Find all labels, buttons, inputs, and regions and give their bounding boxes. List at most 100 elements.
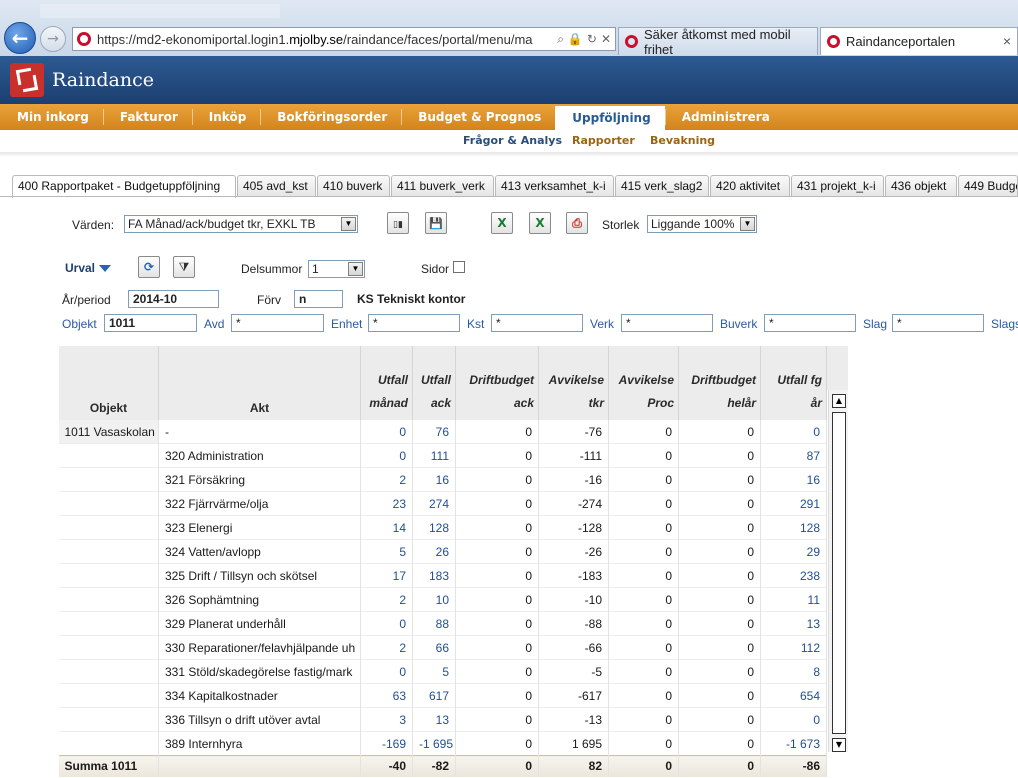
enhet-input[interactable]: * [368,314,460,332]
lock-icon[interactable]: 🔒 [568,32,583,47]
report-tab-400[interactable]: 400 Rapportpaket - Budgetuppföljning [12,175,236,198]
menu-min-inkorg[interactable]: Min inkorg [0,104,103,130]
cell-utfall-ack[interactable]: 13 [412,707,456,732]
slag-input[interactable]: * [892,314,984,332]
cell-utfall-manad[interactable]: 5 [360,539,413,564]
report-tab-413[interactable]: 413 verksamhet_k-i [495,175,614,197]
scroll-down-icon[interactable]: ▼ [832,738,846,752]
submenu-fragor-analys[interactable]: Frågor & Analys [463,134,562,147]
cell-utfall-manad[interactable]: 0 [360,659,413,684]
address-bar[interactable]: https://md2-ekonomiportal.login1.mjolby.… [72,27,616,51]
header-objekt[interactable]: Objekt [58,346,159,420]
header-driftbudget-helar[interactable]: Driftbudget helår [678,346,761,420]
cell-utfall-fg-ar[interactable]: 112 [760,635,827,660]
cell-utfall-manad[interactable]: 0 [360,443,413,468]
table-scrollbar[interactable]: ▲ ▼ [828,390,848,752]
delsummor-select[interactable]: 1 ▼ [308,260,365,278]
refresh-icon[interactable]: ↻ [587,32,597,47]
save-button[interactable]: 💾 [425,212,447,234]
report-tab-420[interactable]: 420 aktivitet [710,175,790,197]
varden-select[interactable]: FA Månad/ack/budget tkr, EXKL TB ▼ [124,215,358,233]
report-tab-436[interactable]: 436 objekt [885,175,957,197]
cell-utfall-manad[interactable]: 63 [360,683,413,708]
cell-utfall-ack[interactable]: 26 [412,539,456,564]
verk-input[interactable]: * [621,314,713,332]
cell-utfall-manad[interactable]: 2 [360,635,413,660]
ar-period-input[interactable]: 2014-10 [128,290,219,308]
cell-utfall-ack[interactable]: 274 [412,491,456,516]
forv-input[interactable]: n [294,290,343,308]
cell-utfall-ack[interactable]: 183 [412,563,456,588]
cell-utfall-fg-ar[interactable]: 13 [760,611,827,636]
cell-utfall-ack[interactable]: 10 [412,587,456,612]
export-excel-button[interactable]: X [491,212,513,234]
menu-fakturor[interactable]: Fakturor [102,104,192,130]
submenu-rapporter[interactable]: Rapporter [572,134,635,147]
browser-tab-2[interactable]: Raindanceportalen × [820,27,1018,55]
refresh-button[interactable]: ⟳ [138,256,160,278]
cell-utfall-fg-ar[interactable]: 87 [760,443,827,468]
header-utfall-fg-ar[interactable]: Utfall fg år [760,346,827,420]
cell-utfall-fg-ar[interactable]: -1 673 [760,731,827,756]
avd-input[interactable]: * [231,314,324,332]
cell-utfall-fg-ar[interactable]: 0 [760,707,827,732]
scrollbar-track[interactable] [832,412,846,734]
header-driftbudget-ack[interactable]: Driftbudget ack [455,346,539,420]
objekt-input[interactable]: 1011 [104,314,197,332]
cell-utfall-manad[interactable]: 23 [360,491,413,516]
cell-utfall-ack[interactable]: 128 [412,515,456,540]
report-tab-411[interactable]: 411 buverk_verk [391,175,494,197]
cell-utfall-fg-ar[interactable]: 11 [760,587,827,612]
cell-utfall-ack[interactable]: 66 [412,635,456,660]
cell-utfall-ack[interactable]: -1 695 [412,731,456,756]
cell-utfall-fg-ar[interactable]: 16 [760,467,827,492]
close-tab-icon[interactable]: × [1003,33,1011,49]
cell-utfall-manad[interactable]: 0 [360,419,413,444]
report-tab-405[interactable]: 405 avd_kst [237,175,316,197]
menu-administrera[interactable]: Administrera [664,104,784,130]
cell-utfall-ack[interactable]: 76 [412,419,456,444]
cell-utfall-ack[interactable]: 111 [412,443,456,468]
report-tab-431[interactable]: 431 projekt_k-i [791,175,884,197]
cell-utfall-manad[interactable]: 14 [360,515,413,540]
cell-utfall-manad[interactable]: 3 [360,707,413,732]
header-avvikelse-proc[interactable]: Avvikelse Proc [608,346,679,420]
cell-utfall-manad[interactable]: -169 [360,731,413,756]
cell-utfall-manad[interactable]: 0 [360,611,413,636]
forward-button[interactable]: → [40,26,66,52]
report-tab-410[interactable]: 410 buverk [317,175,390,197]
browser-tab-1[interactable]: Säker åtkomst med mobil frihet [618,27,818,57]
cell-utfall-fg-ar[interactable]: 238 [760,563,827,588]
cell-utfall-fg-ar[interactable]: 291 [760,491,827,516]
storlek-select[interactable]: Liggande 100% ▼ [647,215,757,233]
filter-button[interactable]: ⧩ [173,256,195,278]
kst-input[interactable]: * [491,314,583,332]
header-utfall-ack[interactable]: Utfall ack [412,346,456,420]
cell-utfall-fg-ar[interactable]: 654 [760,683,827,708]
cell-utfall-ack[interactable]: 16 [412,467,456,492]
cell-utfall-ack[interactable]: 617 [412,683,456,708]
columns-button[interactable]: ▯▮ [387,212,409,234]
cell-utfall-fg-ar[interactable]: 0 [760,419,827,444]
report-tab-449[interactable]: 449 Budget [958,175,1018,197]
menu-inkop[interactable]: Inköp [191,104,261,130]
menu-uppfoljning[interactable]: Uppföljning [555,106,665,130]
submenu-bevakning[interactable]: Bevakning [650,134,715,147]
menu-bokforingsorder[interactable]: Bokföringsorder [260,104,401,130]
address-url[interactable]: https://md2-ekonomiportal.login1.mjolby.… [97,32,557,47]
cell-utfall-ack[interactable]: 88 [412,611,456,636]
stop-icon[interactable]: ✕ [601,32,611,47]
cell-utfall-manad[interactable]: 17 [360,563,413,588]
cell-utfall-fg-ar[interactable]: 29 [760,539,827,564]
search-icon[interactable]: ⌕ [557,32,564,47]
header-akt[interactable]: Akt [158,346,361,420]
export-excel-copy-button[interactable]: X [529,212,551,234]
header-utfall-manad[interactable]: Utfall månad [360,346,413,420]
urval-toggle[interactable]: Urval [65,261,112,275]
back-button[interactable]: ← [4,22,36,54]
sidor-checkbox[interactable] [453,261,465,273]
menu-budget-prognos[interactable]: Budget & Prognos [401,104,555,130]
export-pdf-button[interactable]: ⎙ [566,212,588,234]
cell-utfall-fg-ar[interactable]: 8 [760,659,827,684]
header-avvikelse-tkr[interactable]: Avvikelse tkr [538,346,609,420]
